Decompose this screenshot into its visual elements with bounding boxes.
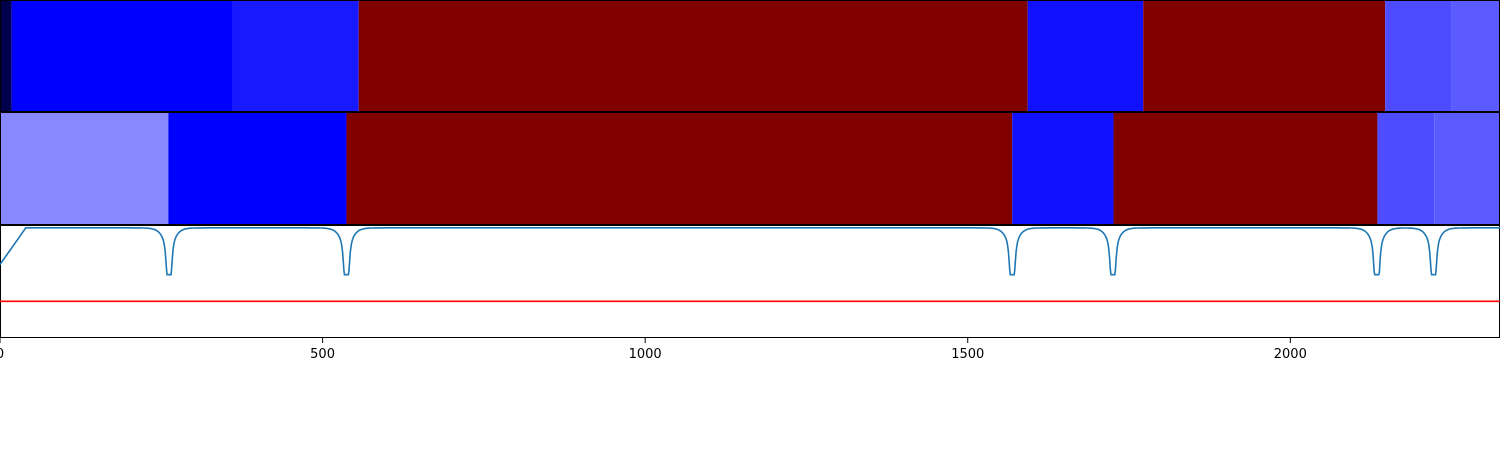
track-2-segment-5	[1113, 113, 1378, 225]
track-1-segment-4	[358, 1, 1028, 112]
track-1-segment-6	[1143, 1, 1386, 112]
track-2-segment-3	[346, 113, 1013, 225]
x-tick-label-500: 500	[310, 347, 335, 362]
line-panel-frame	[0, 225, 1500, 338]
track-2-segment-1	[0, 113, 169, 225]
chart: 0 500 1000 1500 2000	[0, 0, 1500, 450]
track-1-segment-5	[1027, 1, 1144, 112]
x-tick-label-0: 0	[0, 347, 4, 362]
line-panel	[0, 225, 1500, 338]
track-1-segment-7	[1385, 1, 1452, 112]
x-tick-label-1500: 1500	[951, 347, 984, 362]
heatmap-tracks	[0, 0, 1500, 225]
track-1-segment-1	[0, 1, 12, 112]
track-2-segment-6	[1377, 113, 1435, 225]
track-1-segment-3	[232, 1, 359, 112]
x-axis: 0 500 1000 1500 2000	[0, 338, 1307, 362]
track-2-segment-4	[1012, 113, 1114, 225]
chart-svg: 0 500 1000 1500 2000	[0, 0, 1500, 362]
track-2-segment-7	[1434, 113, 1500, 225]
x-tick-label-1000: 1000	[629, 347, 662, 362]
track-1-segment-2	[11, 1, 233, 112]
x-tick-label-2000: 2000	[1274, 347, 1307, 362]
track-2-segment-2	[168, 113, 347, 225]
track-1-segment-8	[1451, 1, 1500, 112]
